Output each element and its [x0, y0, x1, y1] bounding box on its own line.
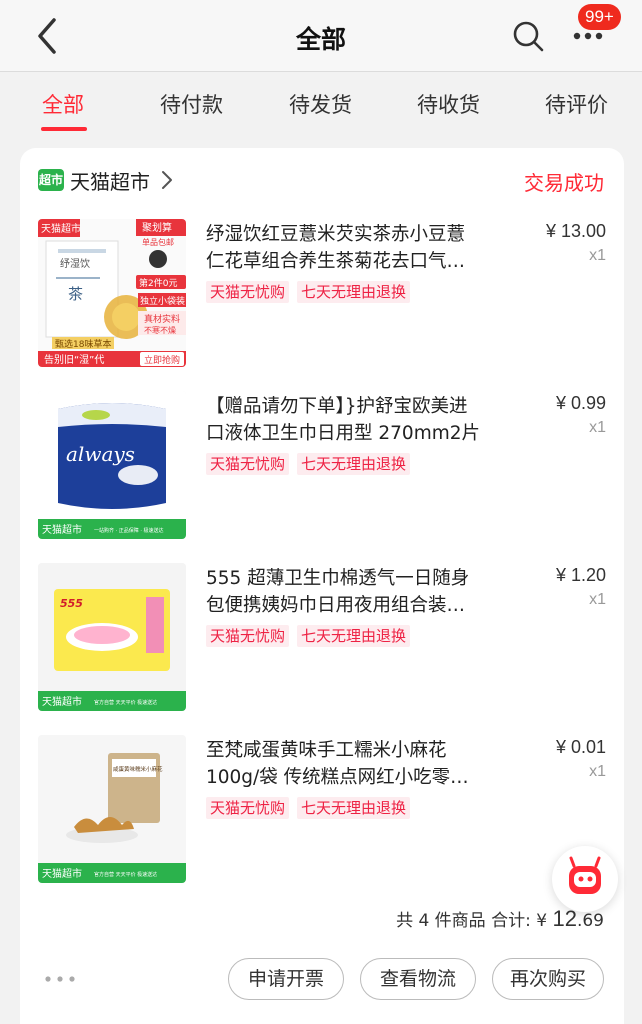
chevron-right-icon: [162, 171, 172, 189]
product-name[interactable]: 555 超薄卫生巾棉透气一日随身 包便携姨妈巾日用夜用组合装…: [206, 565, 506, 619]
product-image[interactable]: 咸蛋黄味糯米小麻花 天猫超市 官方自营 天天平价 极速送达: [38, 735, 186, 883]
product-name-line-1: 【赠品请勿下单】}护舒宝欧美进: [206, 396, 468, 417]
search-icon[interactable]: [510, 18, 546, 54]
promo-second: 第2件0元: [139, 277, 177, 289]
customer-service-float-button[interactable]: [552, 846, 618, 912]
order-status: 交易成功: [524, 171, 604, 195]
product-name[interactable]: 至梵咸蛋黄味手工糯米小麻花 100g/袋 传统糕点网红小吃零…: [206, 737, 506, 791]
product-price: ¥ 0.99: [555, 393, 606, 413]
tmall-banner: 天猫超市: [42, 867, 82, 880]
order-tabs: 全部 待付款 待发货 待收货 待评价: [0, 72, 642, 136]
shop-name: 天猫超市: [70, 169, 150, 194]
bag-label: 咸蛋黄味糯米小麻花: [113, 765, 163, 773]
service-tags: 天猫无忧购 七天无理由退换: [206, 625, 411, 647]
feature-3: 不寒不燥: [144, 325, 176, 335]
promo-top: 聚划算: [142, 221, 172, 234]
product-name[interactable]: 【赠品请勿下单】}护舒宝欧美进 口液体卫生巾日用型 270mm2片: [206, 393, 506, 447]
tmall-banner: 天猫超市: [42, 523, 82, 536]
tmall-banner-sub: 一站购齐 · 正品保障 · 极速送达: [94, 527, 164, 534]
product-price: ¥ 13.00: [545, 221, 606, 241]
tag-seven-day-return: 七天无理由退换: [297, 453, 411, 475]
tag-worry-free: 天猫无忧购: [206, 797, 290, 819]
summary-currency: ¥: [536, 911, 548, 931]
product-name-line-2: 口液体卫生巾日用型 270mm2片: [206, 423, 481, 444]
product-name-line-2: 100g/袋 传统糕点网红小吃零…: [206, 767, 469, 788]
corner-label: 天猫超市: [41, 222, 81, 235]
request-invoice-button[interactable]: 申请开票: [228, 958, 344, 1000]
product-name-line-1: 纾湿饮红豆薏米芡实茶赤小豆薏: [206, 224, 466, 245]
service-tags: 天猫无忧购 七天无理由退换: [206, 281, 411, 303]
tag-worry-free: 天猫无忧购: [206, 453, 290, 475]
view-logistics-button[interactable]: 查看物流: [360, 958, 476, 1000]
product-name-line-2: 包便携姨妈巾日用夜用组合装…: [206, 595, 466, 616]
summary-decimal: .69: [576, 911, 604, 931]
tab-pending-payment[interactable]: 待付款: [160, 89, 223, 119]
tmall-supermarket-logo: 超市: [38, 169, 64, 191]
top-bar: 全部 99+: [0, 0, 642, 72]
tag-seven-day-return: 七天无理由退换: [297, 281, 411, 303]
service-tags: 天猫无忧购 七天无理由退换: [206, 797, 411, 819]
tea-label: 茶: [68, 285, 83, 303]
tag-worry-free: 天猫无忧购: [206, 625, 290, 647]
tea-product-image: 天猫超市 纾湿饮 茶 聚划算 单品包邮 第2件0元 独立小袋装 真材实料 不寒不…: [38, 219, 186, 367]
tab-pending-shipment[interactable]: 待发货: [289, 89, 352, 119]
always-brand: always: [66, 442, 135, 466]
product-image[interactable]: always 天猫超市 一站购齐 · 正品保障 · 极速送达: [38, 391, 186, 539]
product-price: ¥ 0.01: [555, 737, 606, 757]
product-image[interactable]: 555 天猫超市 官方自营 天天平价 极速送达: [38, 563, 186, 711]
order-card: 超市 天猫超市 交易成功 天猫超市 纾湿饮 茶 聚划算 单品包邮 第2件0元 独…: [20, 148, 624, 1024]
product-name[interactable]: 纾湿饮红豆薏米芡实茶赤小豆薏 仁花草组合养生茶菊花去口气…: [206, 221, 506, 275]
order-item: 555 天猫超市 官方自营 天天平价 极速送达 555 超薄卫生巾棉透气一日随身…: [38, 563, 606, 713]
product-name-line-1: 至梵咸蛋黄味手工糯米小麻花: [206, 740, 447, 761]
product-quantity: x1: [589, 763, 606, 780]
product-quantity: x1: [589, 419, 606, 436]
product-image[interactable]: 天猫超市 纾湿饮 茶 聚划算 单品包邮 第2件0元 独立小袋装 真材实料 不寒不…: [38, 219, 186, 367]
product-name-line-1: 555 超薄卫生巾棉透气一日随身: [206, 568, 470, 589]
product-quantity: x1: [589, 247, 606, 264]
active-tab-indicator: [41, 127, 87, 131]
tab-pending-receipt[interactable]: 待收货: [417, 89, 480, 119]
555-pad-product-image: 555 天猫超市 官方自营 天天平价 极速送达: [38, 563, 186, 711]
tag-seven-day-return: 七天无理由退换: [297, 797, 411, 819]
product-quantity: x1: [589, 591, 606, 608]
more-horizontal-icon[interactable]: [42, 970, 78, 988]
promo-free: 单品包邮: [142, 237, 174, 247]
sanitary-pad-product-image: always 天猫超市 一站购齐 · 正品保障 · 极速送达: [38, 391, 186, 539]
robot-icon: [569, 856, 601, 894]
brand-555: 555: [60, 597, 83, 610]
tmall-banner: 天猫超市: [42, 695, 82, 708]
product-price: ¥ 1.20: [555, 565, 606, 585]
order-item: always 天猫超市 一站购齐 · 正品保障 · 极速送达 【赠品请勿下单】}…: [38, 391, 606, 541]
buy-label: 立即抢购: [144, 354, 180, 366]
tmall-banner-sub: 官方自营 天天平价 极速送达: [94, 699, 157, 706]
tag-seven-day-return: 七天无理由退换: [297, 625, 411, 647]
summary-label: 共 4 件商品 合计:: [396, 911, 531, 931]
buy-again-button[interactable]: 再次购买: [492, 958, 604, 1000]
slogan-label: 告别旧“湿”代: [44, 353, 104, 366]
tmall-banner-sub: 官方自营 天天平价 极速送达: [94, 871, 157, 878]
brand-label: 纾湿饮: [60, 257, 90, 270]
tab-all[interactable]: 全部: [42, 89, 84, 119]
service-tags: 天猫无忧购 七天无理由退换: [206, 453, 411, 475]
tag-worry-free: 天猫无忧购: [206, 281, 290, 303]
herbs-label: 甄选18味草本: [55, 338, 111, 350]
snack-product-image: 咸蛋黄味糯米小麻花 天猫超市 官方自营 天天平价 极速送达: [38, 735, 186, 883]
notification-badge: 99+: [578, 4, 621, 30]
feature-1: 独立小袋装: [140, 295, 185, 307]
feature-2: 真材实料: [144, 313, 180, 325]
tab-pending-review[interactable]: 待评价: [545, 89, 608, 119]
product-name-line-2: 仁花草组合养生茶菊花去口气…: [206, 251, 466, 272]
shop-link[interactable]: 超市 天猫超市: [38, 166, 174, 194]
order-item: 咸蛋黄味糯米小麻花 天猫超市 官方自营 天天平价 极速送达 至梵咸蛋黄味手工糯米…: [38, 735, 606, 885]
order-item: 天猫超市 纾湿饮 茶 聚划算 单品包邮 第2件0元 独立小袋装 真材实料 不寒不…: [38, 219, 606, 369]
